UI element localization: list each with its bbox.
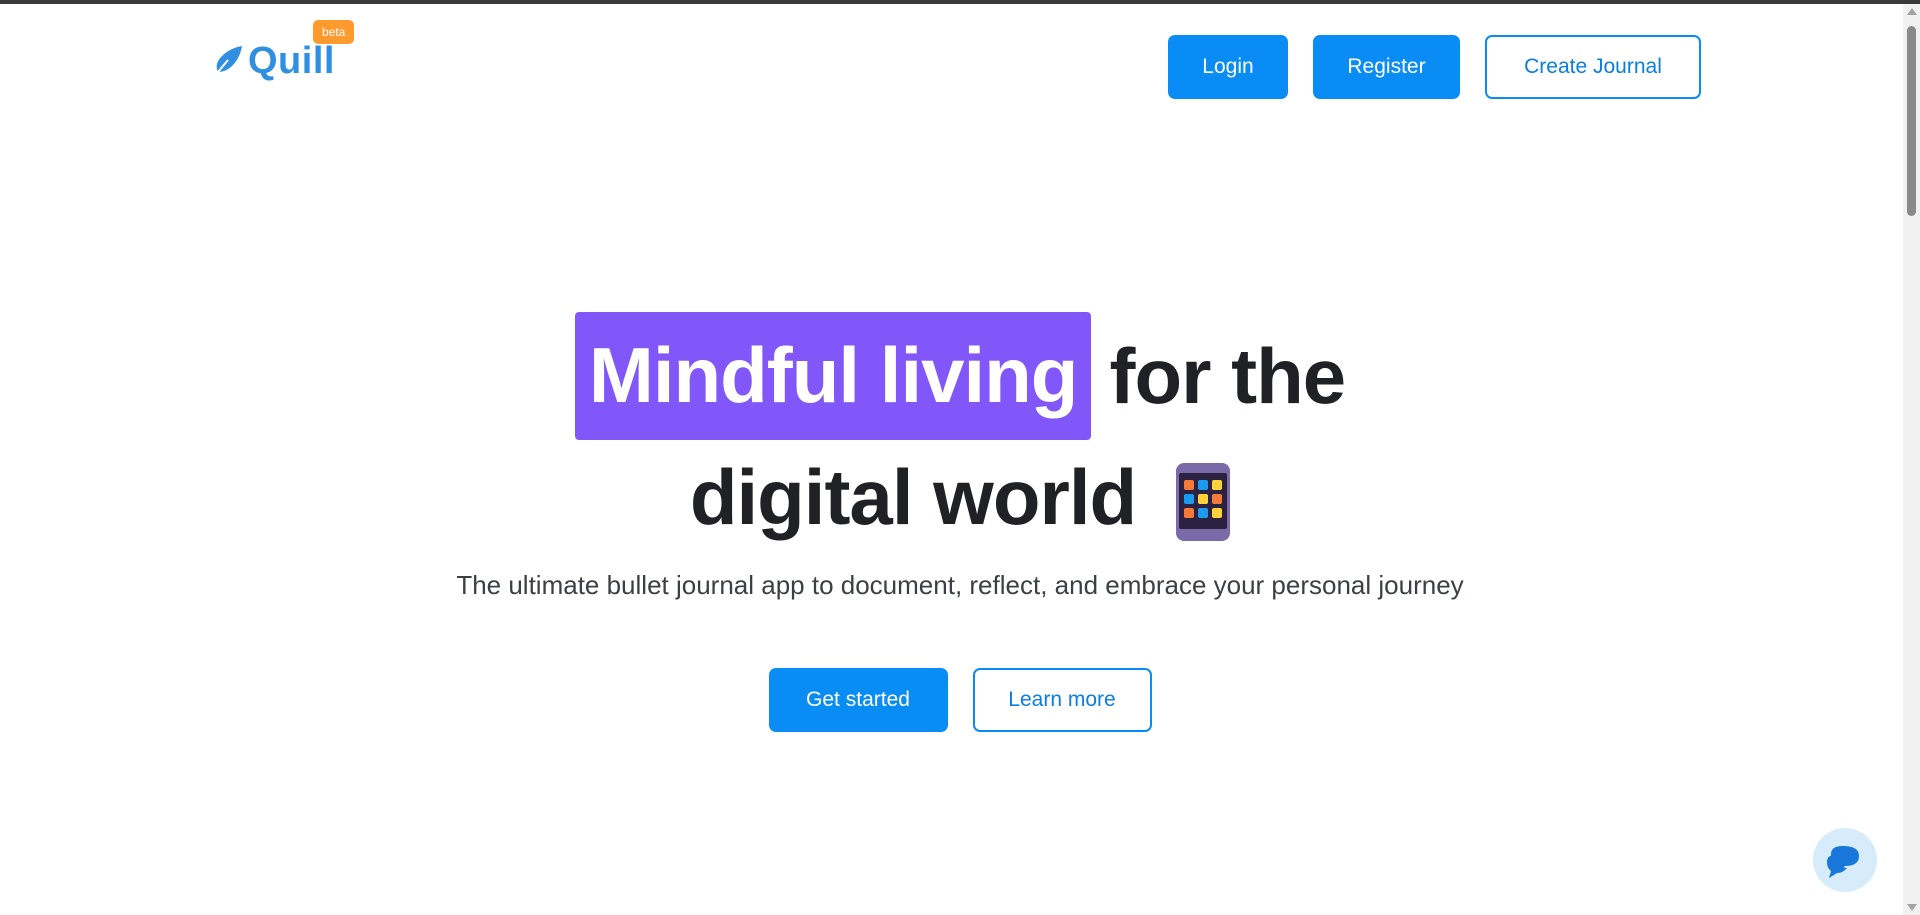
hero-highlight: Mindful living <box>574 312 1092 440</box>
brand-logo[interactable]: Quill beta <box>204 20 364 94</box>
header-nav: Login Register Create Journal <box>1168 35 1701 99</box>
scroll-up-arrow[interactable] <box>1907 8 1917 15</box>
hero-heading-rest: for the <box>1109 331 1346 420</box>
register-button[interactable]: Register <box>1313 35 1460 99</box>
scroll-down-arrow[interactable] <box>1907 904 1917 911</box>
hero-heading-line-1: Mindful living for the <box>0 312 1920 440</box>
brand-name: Quill <box>248 40 335 82</box>
create-journal-button[interactable]: Create Journal <box>1485 35 1701 99</box>
learn-more-button[interactable]: Learn more <box>972 668 1152 732</box>
hero-subtitle: The ultimate bullet journal app to docum… <box>456 570 1464 600</box>
feather-icon <box>207 46 242 85</box>
login-button[interactable]: Login <box>1168 35 1288 99</box>
scroll-thumb[interactable] <box>1907 26 1916 216</box>
chat-bubbles-icon <box>1827 846 1859 878</box>
get-started-button[interactable]: Get started <box>768 668 948 732</box>
browser-top-strip <box>0 0 1920 4</box>
hero-heading-line-2: digital world <box>0 452 1920 543</box>
hero-heading-second: digital world <box>689 453 1137 541</box>
mobile-phone-apps-icon <box>1176 462 1231 541</box>
chat-widget-button[interactable] <box>1813 828 1877 892</box>
hero-cta-group: Get started Learn more <box>0 668 1920 732</box>
page-scrollbar[interactable] <box>1903 4 1920 915</box>
beta-badge: beta <box>313 20 355 44</box>
